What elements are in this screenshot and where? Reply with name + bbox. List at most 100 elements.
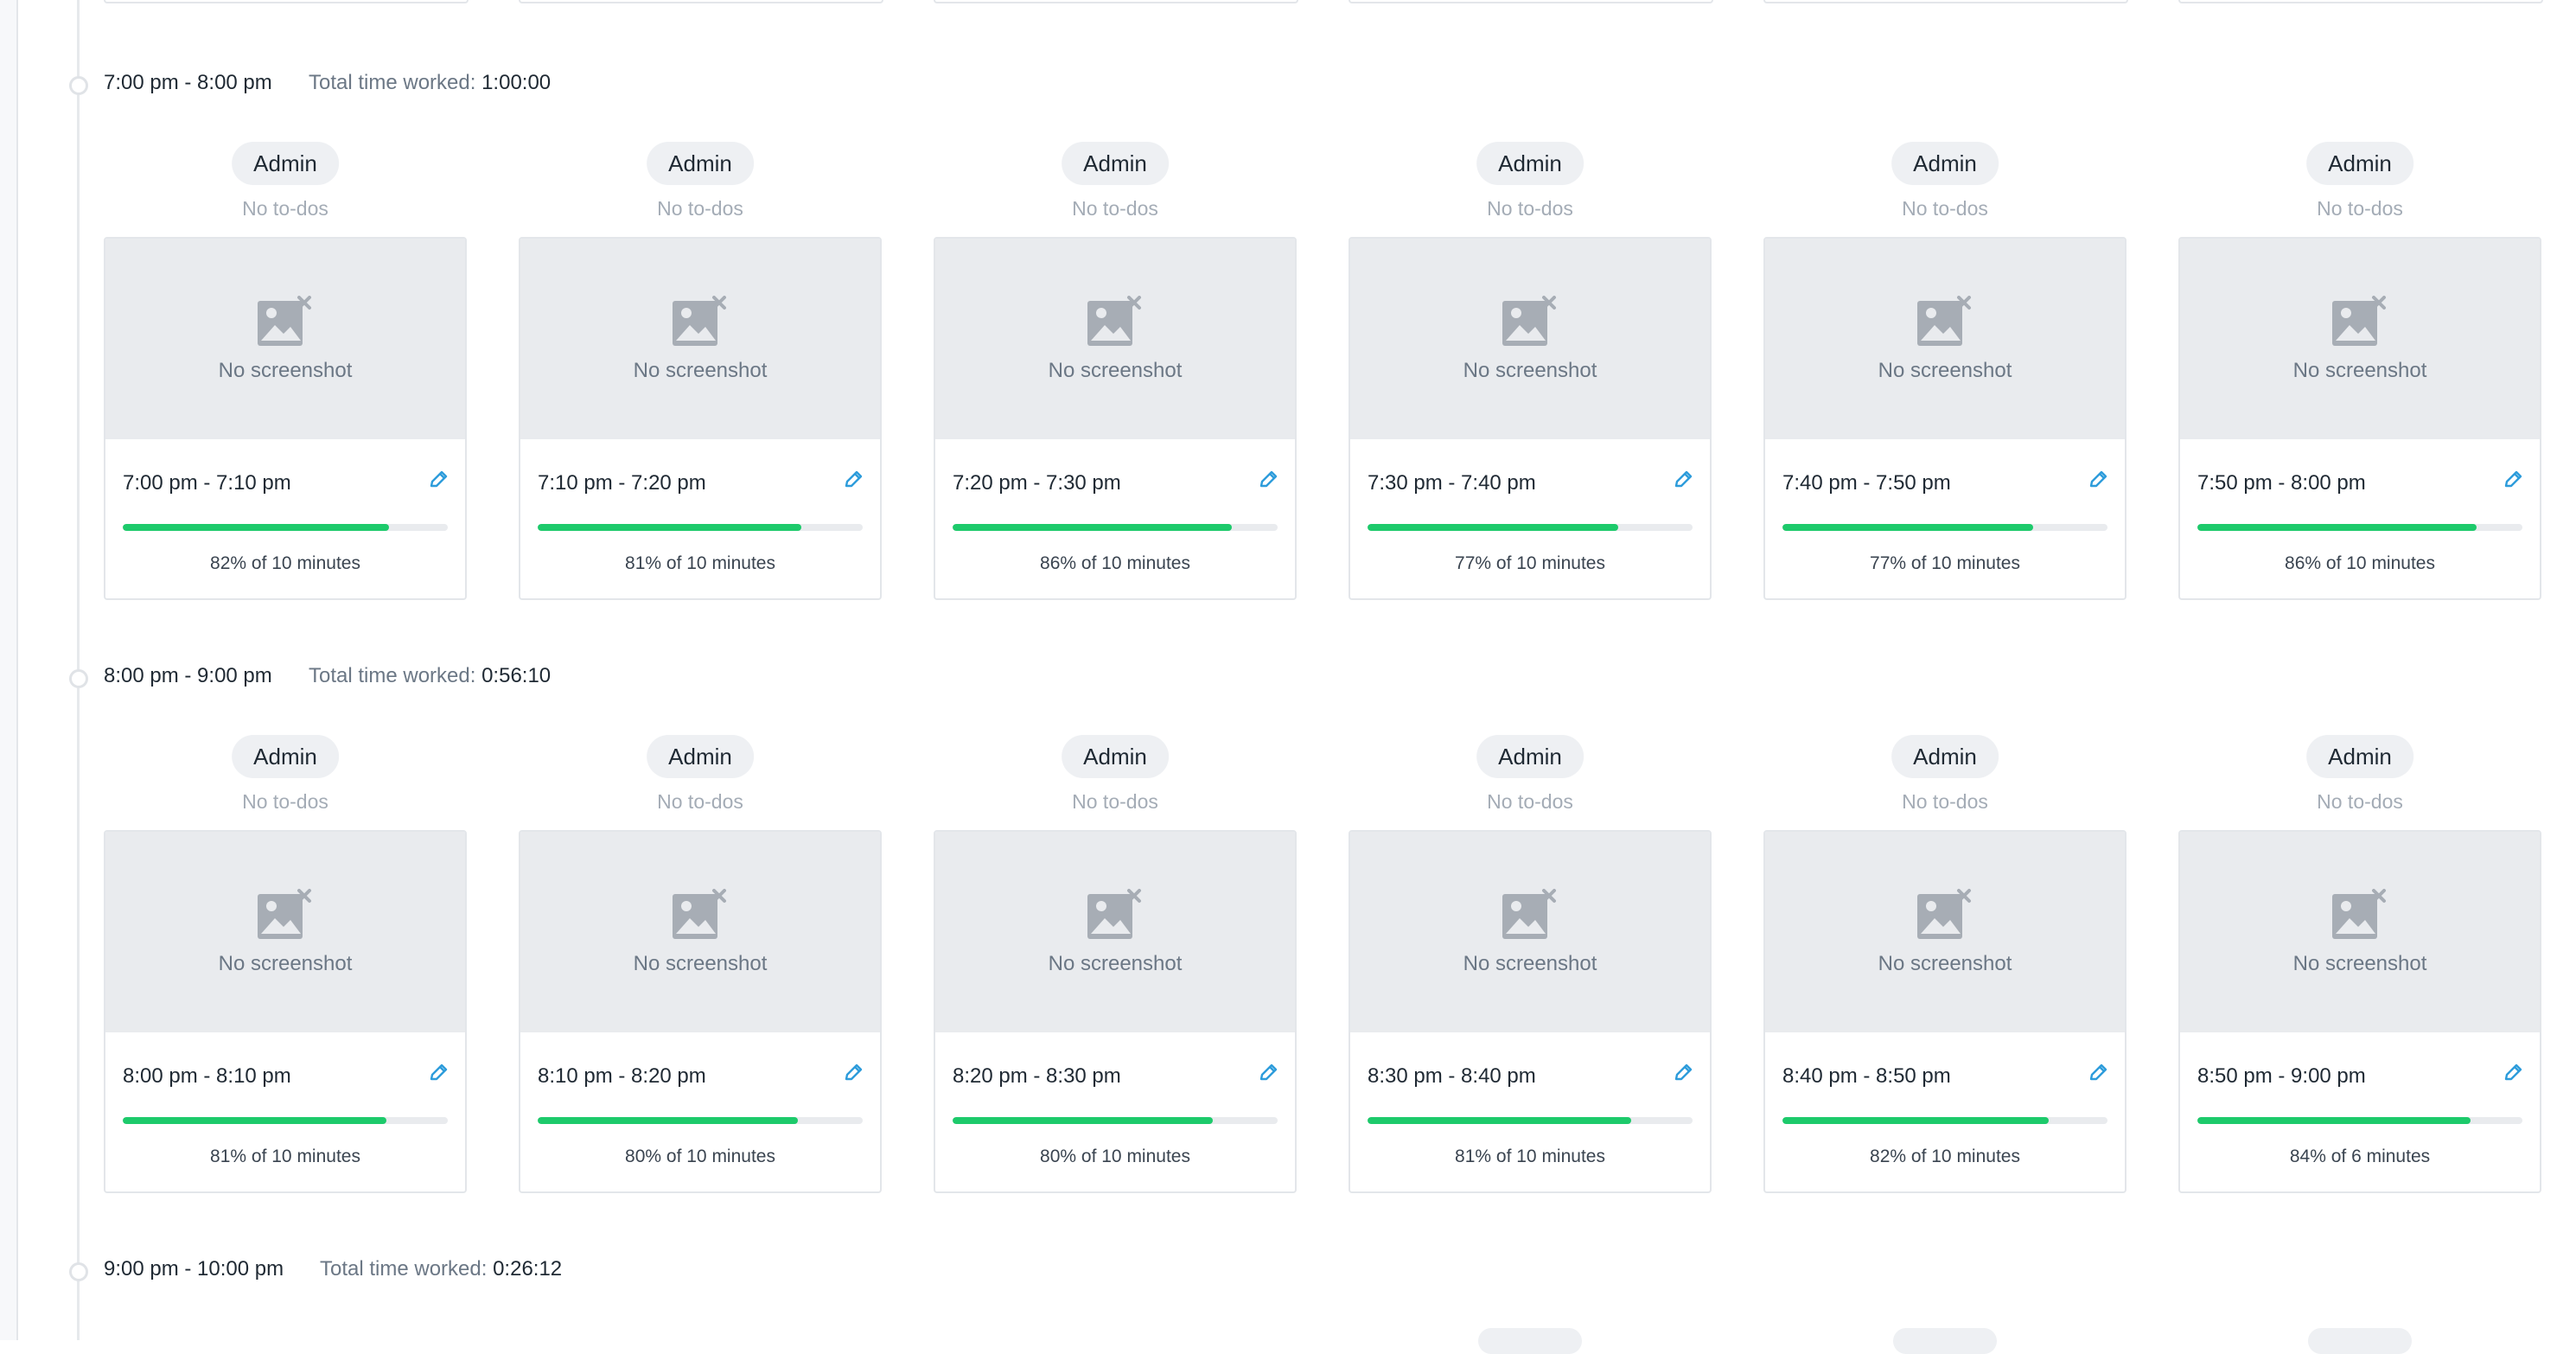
- time-slot: Admin No to-dos No screenshot 8:50 pm - …: [2178, 735, 2541, 1219]
- project-pill[interactable]: Admin: [647, 735, 754, 778]
- screenshot-placeholder[interactable]: No screenshot: [2180, 239, 2540, 439]
- image-broken-icon: [1917, 889, 1974, 946]
- pencil-icon[interactable]: [842, 1062, 864, 1084]
- activity-bar: [1368, 1117, 1693, 1124]
- activity-bar: [2197, 1117, 2522, 1124]
- screenshot-placeholder[interactable]: No screenshot: [1350, 832, 1710, 1032]
- no-screenshot-label: No screenshot: [1878, 359, 2012, 382]
- activity-bar: [538, 1117, 863, 1124]
- screenshot-placeholder[interactable]: No screenshot: [1765, 832, 2125, 1032]
- project-pill[interactable]: Admin: [1062, 142, 1169, 185]
- project-pill[interactable]: Admin: [2306, 735, 2413, 778]
- time-slot: Admin No to-dos No screenshot 8:20 pm - …: [934, 735, 1297, 1219]
- time-slot: Admin No to-dos No screenshot 7:50 pm - …: [2178, 142, 2541, 626]
- no-screenshot-label: No screenshot: [2292, 359, 2427, 382]
- project-pill[interactable]: Admin: [1891, 735, 1999, 778]
- screenshot-card[interactable]: No screenshot 8:10 pm - 8:20 pm 80% of 1…: [519, 830, 882, 1193]
- previous-hour-card-edges: [104, 0, 2543, 3]
- pencil-icon[interactable]: [1672, 1062, 1694, 1084]
- screenshot-card[interactable]: No screenshot 8:30 pm - 8:40 pm 81% of 1…: [1349, 830, 1712, 1193]
- time-slot: Admin No to-dos No screenshot 8:40 pm - …: [1763, 735, 2126, 1219]
- screenshot-placeholder[interactable]: No screenshot: [105, 832, 465, 1032]
- time-slot: Admin No to-dos No screenshot 7:20 pm - …: [934, 142, 1297, 626]
- screenshot-placeholder[interactable]: No screenshot: [1765, 239, 2125, 439]
- project-pill[interactable]: Admin: [1476, 142, 1584, 185]
- pencil-icon[interactable]: [2502, 1062, 2524, 1084]
- screenshot-card[interactable]: No screenshot 7:40 pm - 7:50 pm 77% of 1…: [1763, 237, 2126, 600]
- screenshot-placeholder[interactable]: No screenshot: [520, 239, 880, 439]
- activity-bar: [1782, 524, 2107, 531]
- slot-time-range: 7:50 pm - 8:00 pm: [2197, 471, 2366, 495]
- slot-time-range: 7:30 pm - 7:40 pm: [1368, 471, 1536, 495]
- card-edge: [1349, 0, 1713, 3]
- activity-bar: [953, 1117, 1278, 1124]
- screenshot-card[interactable]: No screenshot 7:10 pm - 7:20 pm 81% of 1…: [519, 237, 882, 600]
- pencil-icon[interactable]: [1672, 469, 1694, 491]
- total-label: Total time worked:: [309, 664, 476, 687]
- hour-header: 8:00 pm - 9:00 pm Total time worked: 0:5…: [0, 662, 2576, 697]
- total-time-worked: Total time worked: 0:56:10: [309, 662, 551, 690]
- activity-bar: [1368, 524, 1693, 531]
- image-broken-icon: [673, 296, 730, 353]
- no-screenshot-label: No screenshot: [1878, 952, 2012, 975]
- project-pill[interactable]: Admin: [1062, 735, 1169, 778]
- screenshot-card[interactable]: No screenshot 7:50 pm - 8:00 pm 86% of 1…: [2178, 237, 2541, 600]
- pencil-icon[interactable]: [842, 469, 864, 491]
- project-pill[interactable]: Admin: [232, 142, 339, 185]
- project-pill-partial: [1893, 1328, 1997, 1354]
- no-screenshot-label: No screenshot: [1048, 952, 1183, 975]
- activity-bar-fill: [123, 524, 390, 531]
- time-slot: Admin No to-dos No screenshot 8:10 pm - …: [519, 735, 882, 1219]
- total-time-worked: Total time worked: 1:00:00: [309, 69, 551, 97]
- activity-bar: [123, 1117, 448, 1124]
- pencil-icon[interactable]: [1257, 1062, 1279, 1084]
- pencil-icon[interactable]: [2502, 469, 2524, 491]
- pencil-icon[interactable]: [1257, 469, 1279, 491]
- todos-label: No to-dos: [1487, 790, 1573, 813]
- screenshot-card[interactable]: No screenshot 8:20 pm - 8:30 pm 80% of 1…: [934, 830, 1297, 1193]
- screenshot-card[interactable]: No screenshot 7:00 pm - 7:10 pm 82% of 1…: [104, 237, 467, 600]
- activity-bar-fill: [2197, 1117, 2471, 1124]
- screenshot-placeholder[interactable]: No screenshot: [105, 239, 465, 439]
- hour-range: 9:00 pm - 10:00 pm: [104, 1257, 284, 1281]
- screenshot-placeholder[interactable]: No screenshot: [935, 239, 1295, 439]
- no-screenshot-label: No screenshot: [2292, 952, 2427, 975]
- activity-bar-fill: [538, 524, 801, 531]
- activity-bar-fill: [538, 1117, 798, 1124]
- project-pill[interactable]: Admin: [232, 735, 339, 778]
- screenshot-placeholder[interactable]: No screenshot: [520, 832, 880, 1032]
- image-broken-icon: [673, 889, 730, 946]
- pencil-icon[interactable]: [2087, 1062, 2109, 1084]
- screenshot-card[interactable]: No screenshot 8:50 pm - 9:00 pm 84% of 6…: [2178, 830, 2541, 1193]
- project-pill[interactable]: Admin: [2306, 142, 2413, 185]
- screenshot-placeholder[interactable]: No screenshot: [935, 832, 1295, 1032]
- project-pill[interactable]: Admin: [647, 142, 754, 185]
- total-label: Total time worked:: [309, 71, 476, 94]
- screenshot-card[interactable]: No screenshot 7:30 pm - 7:40 pm 77% of 1…: [1349, 237, 1712, 600]
- project-pill[interactable]: Admin: [1476, 735, 1584, 778]
- screenshot-placeholder[interactable]: No screenshot: [1350, 239, 1710, 439]
- todos-label: No to-dos: [1902, 197, 1988, 220]
- hour-range: 8:00 pm - 9:00 pm: [104, 664, 272, 687]
- screenshot-placeholder[interactable]: No screenshot: [2180, 832, 2540, 1032]
- pencil-icon[interactable]: [427, 469, 450, 491]
- total-label: Total time worked:: [320, 1257, 488, 1281]
- hour-range: 7:00 pm - 8:00 pm: [104, 71, 272, 94]
- activity-label: 84% of 6 minutes: [2289, 1146, 2431, 1166]
- project-pill-partial: [2308, 1328, 2412, 1354]
- screenshot-card[interactable]: No screenshot 8:40 pm - 8:50 pm 82% of 1…: [1763, 830, 2126, 1193]
- pencil-icon[interactable]: [427, 1062, 450, 1084]
- total-value: 0:56:10: [481, 664, 552, 687]
- activity-label: 80% of 10 minutes: [1040, 1146, 1190, 1166]
- timeline-dot-icon: [69, 1262, 88, 1281]
- project-pill[interactable]: Admin: [1891, 142, 1999, 185]
- image-broken-icon: [1502, 889, 1559, 946]
- todos-label: No to-dos: [242, 790, 328, 813]
- activity-bar-fill: [123, 1117, 386, 1124]
- screenshot-card[interactable]: No screenshot 7:20 pm - 7:30 pm 86% of 1…: [934, 237, 1297, 600]
- activity-bar-fill: [953, 524, 1233, 531]
- activity-bar-fill: [1368, 524, 1618, 531]
- pencil-icon[interactable]: [2087, 469, 2109, 491]
- screenshot-card[interactable]: No screenshot 8:00 pm - 8:10 pm 81% of 1…: [104, 830, 467, 1193]
- todos-label: No to-dos: [657, 197, 743, 220]
